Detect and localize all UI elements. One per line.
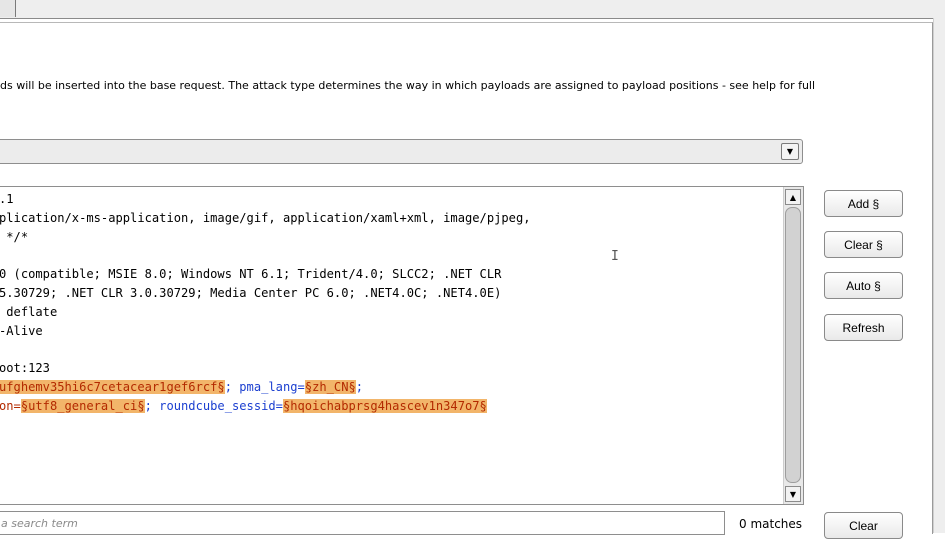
clear-markers-button[interactable]: Clear § — [824, 231, 903, 258]
request-text-segment: oot:123 — [0, 361, 50, 376]
search-input[interactable] — [0, 512, 724, 534]
chevron-down-icon[interactable]: ▼ — [781, 143, 799, 160]
request-line[interactable]: on=§utf8_general_ci§; roundcube_sessid=§… — [0, 397, 531, 416]
request-text-segment: .1 — [0, 192, 14, 206]
request-line[interactable] — [0, 340, 531, 359]
attack-type-select[interactable] — [0, 139, 803, 164]
payload-marker: §hqoichabprsg4hascev1n347o7§ — [282, 398, 487, 413]
refresh-button[interactable]: Refresh — [824, 314, 903, 341]
request-text[interactable]: .1 plication/x-ms-application, image/gif,… — [0, 190, 531, 416]
scrollbar-thumb[interactable] — [785, 207, 801, 483]
add-marker-button[interactable]: Add § — [824, 190, 903, 217]
request-text-segment: ; roundcube_sessid= — [144, 398, 283, 413]
request-line[interactable]: 0 (compatible; MSIE 8.0; Windows NT 6.1;… — [0, 265, 531, 284]
request-line[interactable]: .1 — [0, 190, 531, 209]
request-text-segment: on= — [0, 398, 21, 413]
top-tab-strip — [0, 0, 945, 19]
clear-search-button[interactable]: Clear — [824, 512, 903, 539]
tab-partial[interactable] — [0, 0, 16, 17]
request-text-segment: -Alive — [0, 323, 43, 338]
arrow-up-icon[interactable]: ▲ — [785, 189, 801, 205]
request-editor[interactable]: .1 plication/x-ms-application, image/gif,… — [0, 186, 804, 505]
window-right-edge — [933, 18, 945, 533]
request-line[interactable]: deflate — [0, 303, 531, 322]
request-line[interactable]: */* — [0, 228, 531, 247]
request-text-segment: ; — [355, 379, 364, 394]
request-text-segment: */* — [0, 229, 29, 244]
payload-marker: §zh_CN§ — [304, 379, 356, 394]
text-cursor-icon: I — [611, 249, 619, 264]
arrow-down-icon[interactable]: ▼ — [785, 486, 801, 502]
payload-marker: ufghemv35hi6c7cetacear1gef6rcf§ — [0, 379, 225, 394]
request-line[interactable]: 5.30729; .NET CLR 3.0.30729; Media Cente… — [0, 284, 531, 303]
positions-description: ds will be inserted into the base reques… — [0, 79, 816, 92]
request-line[interactable]: plication/x-ms-application, image/gif, a… — [0, 209, 531, 228]
match-count: 0 matches — [739, 517, 803, 531]
request-text-segment: ; pma_lang= — [224, 379, 305, 394]
request-text-segment: 5.30729; .NET CLR 3.0.30729; Media Cente… — [0, 285, 502, 300]
request-line[interactable]: ufghemv35hi6c7cetacear1gef6rcf§; pma_lan… — [0, 378, 531, 397]
request-text-segment: 0 (compatible; MSIE 8.0; Windows NT 6.1;… — [0, 267, 502, 282]
request-line[interactable]: oot:123 — [0, 359, 531, 378]
request-line[interactable] — [0, 246, 531, 265]
request-text-segment: deflate — [0, 304, 58, 319]
payload-marker: §utf8_general_ci§ — [20, 398, 145, 413]
request-line[interactable]: -Alive — [0, 322, 531, 341]
request-text-segment: plication/x-ms-application, image/gif, a… — [0, 210, 531, 225]
search-field[interactable] — [0, 511, 725, 535]
auto-markers-button[interactable]: Auto § — [824, 272, 903, 299]
